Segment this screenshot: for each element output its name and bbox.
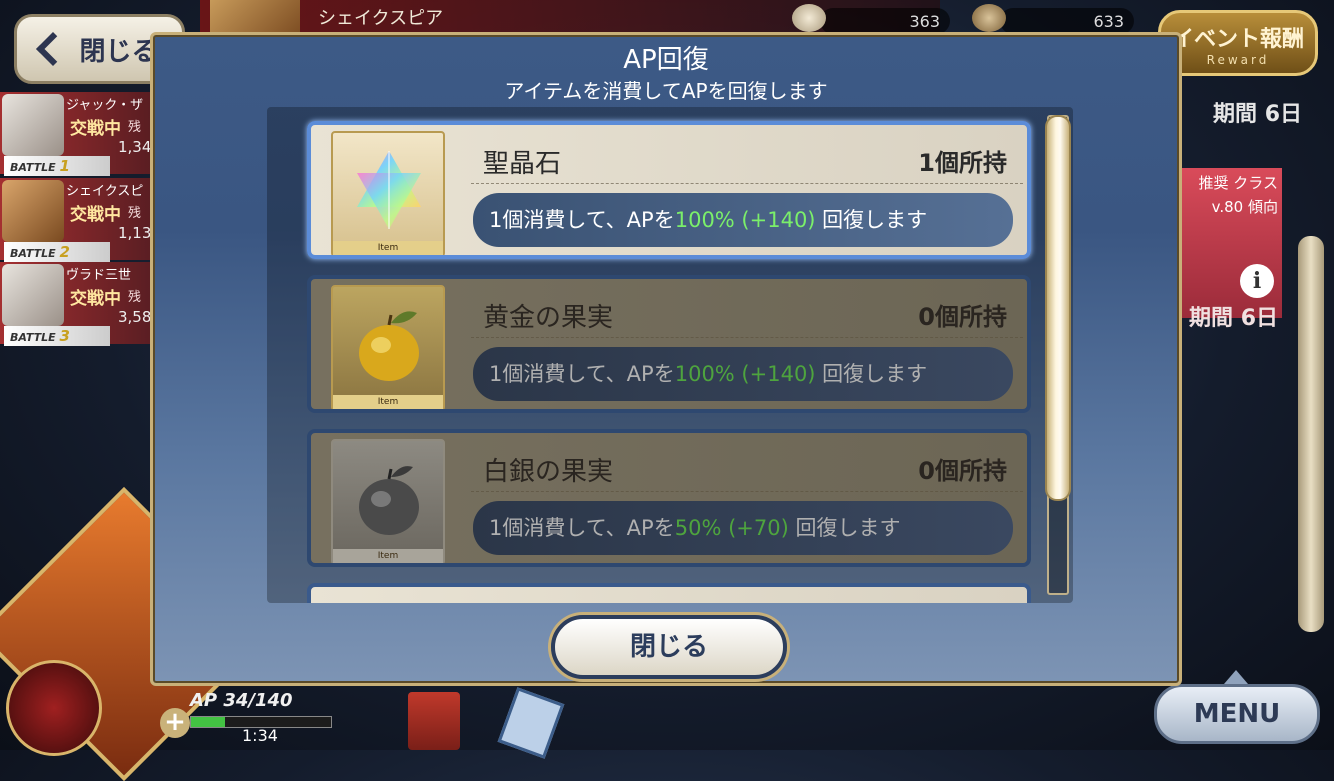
dialog-subtitle: アイテムを消費してAPを回復します [504,79,828,103]
list-item[interactable]: Item 黄金の果実 0個所持 1個消費して、APを100% (+140) 回復… [307,275,1031,413]
list-item[interactable]: Item 聖晶石 1個所持 1個消費して、APを100% (+140) 回復しま… [307,121,1031,259]
item-divider [471,491,1023,492]
list-scrollbar-thumb[interactable] [1045,115,1071,501]
desc-suffix: 回復します [815,362,928,386]
coin-pouch-icon [792,4,826,32]
battle-name: ヴラド三世 [66,268,132,283]
item-divider [471,337,1023,338]
ap-status: AP 34/140 1:34 [186,690,346,750]
menu-button[interactable]: MENU [1154,684,1320,744]
item-tag: Item [333,241,443,255]
battle-tag-number: 2 [59,243,70,261]
desc-value: 100% (+140) [674,208,816,232]
background-scrollbar[interactable] [1298,236,1324,632]
item-tag: Item [333,549,443,563]
event-reward-button[interactable]: イベント報酬 Reward [1158,10,1318,76]
battle-tag-label: BATTLE [10,161,56,174]
battle-status-2: 残 [128,206,142,221]
dialog-title: AP回復 [623,45,709,75]
resource-2: 633 [1000,8,1134,34]
ap-recover-plus-icon[interactable]: + [160,708,190,738]
battle-tag: BATTLE 1 [4,156,110,176]
item-owned-count: 1個所持 [918,149,1007,177]
servant-face-1 [2,94,64,156]
silver-apple-icon [359,466,419,535]
ap-recovery-dialog: AP回復 アイテムを消費してAPを回復します Item 聖晶石 1個所持 1個消… [150,32,1182,686]
battle-status: 交戦中 [70,205,121,225]
recovery-item-list[interactable]: Item 聖晶石 1個所持 1個消費して、APを100% (+140) 回復しま… [267,107,1073,603]
recommend-level-label: v.80 傾向 [1211,198,1278,216]
back-arrow-icon [36,32,71,66]
mission-note-icon[interactable] [497,687,565,759]
desc-prefix: 1個消費して、APを [489,208,675,232]
banner-name: シェイクスピア [318,8,444,29]
item-owned-count: 0個所持 [918,457,1007,485]
battle-tag: BATTLE 3 [4,326,110,346]
close-button[interactable]: 閉じる [551,615,787,679]
item-name: 聖晶石 [483,149,562,179]
chaldea-emblem-icon [6,660,102,756]
ap-timer: 1:34 [242,726,278,745]
item-description: 1個消費して、APを100% (+140) 回復します [473,347,1013,401]
servant-face-2 [2,180,64,242]
item-card: Item 聖晶石 1個所持 1個消費して、APを100% (+140) 回復しま… [307,121,1031,259]
desc-value: 100% (+140) [674,362,816,386]
present-box-icon[interactable] [408,692,460,750]
ap-label: AP 34/140 [190,690,293,711]
item-card: Item 白銀の果実 0個所持 1個消費して、APを50% (+70) 回復しま… [307,429,1031,567]
menu-up-arrow-icon [1224,670,1248,684]
battle-status: 交戦中 [70,289,121,309]
item-owned-count: 0個所持 [918,303,1007,331]
quest-info-card[interactable]: 推奨 クラス v.80 傾向 期間 6日 [1182,168,1282,331]
list-item-partial[interactable] [307,583,1031,603]
golden-apple-icon [359,311,419,381]
resource-2-value: 633 [1093,11,1124,31]
list-item[interactable]: Item 白銀の果実 0個所持 1個消費して、APを50% (+70) 回復しま… [307,429,1031,567]
battle-tag-number: 3 [59,327,70,345]
event-reward-sub: Reward [1206,53,1270,67]
item-card [307,583,1031,603]
item-tag: Item [333,395,443,409]
desc-suffix: 回復します [815,208,928,232]
recommend-class-label: 推奨 クラス [1198,174,1278,192]
item-description: 1個消費して、APを50% (+70) 回復します [473,501,1013,555]
right-period-text: 期間 6日 [1213,102,1302,127]
bag-icon [972,4,1006,32]
resource-1: 363 [820,8,950,34]
battle-tag-label: BATTLE [10,331,56,344]
item-divider [471,183,1023,184]
info-icon[interactable]: i [1240,264,1274,298]
item-name: 白銀の果実 [483,457,614,487]
battle-tag-number: 1 [59,157,70,175]
battle-number: 1,13 [118,224,152,242]
period-label: 期間 6日 [1189,306,1278,331]
item-thumbnail: Item [331,131,445,255]
battle-name: シェイクスピ [66,184,144,199]
item-description: 1個消費して、APを100% (+140) 回復します [473,193,1013,247]
battle-tag: BATTLE 2 [4,242,110,262]
battle-number: 1,34 [118,138,152,156]
desc-prefix: 1個消費して、APを [489,516,675,540]
saint-quartz-icon [357,151,421,229]
item-name: 黄金の果実 [483,303,614,333]
servant-face-3 [2,264,64,326]
resource-1-value: 363 [909,11,940,31]
event-reward-label: イベント報酬 [1171,27,1304,52]
battle-status-2: 残 [128,290,142,305]
desc-prefix: 1個消費して、APを [489,362,675,386]
battle-name: ジャック・ザ [66,98,144,113]
item-thumbnail: Item [331,285,445,409]
battle-status: 交戦中 [70,119,121,139]
item-thumbnail: Item [331,439,445,563]
item-card: Item 黄金の果実 0個所持 1個消費して、APを100% (+140) 回復… [307,275,1031,413]
back-close-label: 閉じる [79,36,158,67]
ap-bar-fill [191,717,226,727]
battle-status-2: 残 [128,120,142,135]
desc-suffix: 回復します [788,516,901,540]
battle-tag-label: BATTLE [10,247,56,260]
desc-value: 50% (+70) [674,516,789,540]
